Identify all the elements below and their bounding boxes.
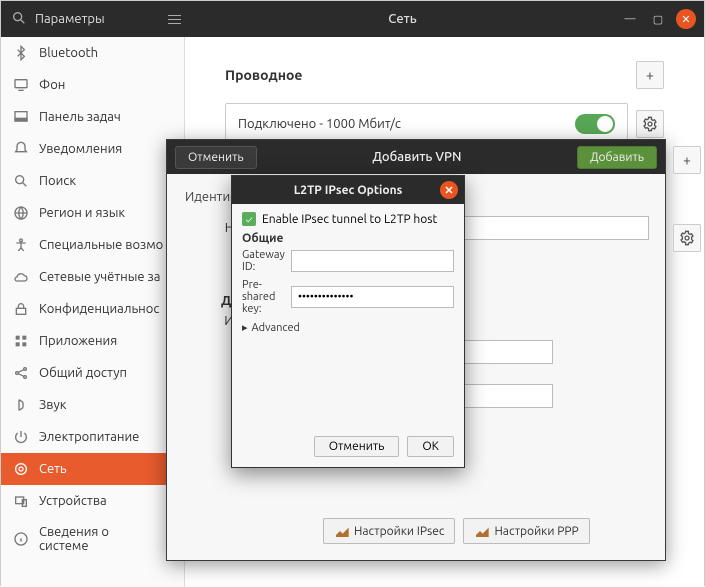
ipsec-ok-button[interactable]: OK: [407, 436, 454, 457]
gateway-id-label: Gateway ID:: [242, 249, 285, 273]
advanced-expander[interactable]: ▸ Advanced: [242, 321, 454, 334]
display-icon: [13, 77, 29, 93]
sidebar-item-11[interactable]: Звук: [1, 389, 184, 421]
sidebar-item-13[interactable]: Сеть: [1, 453, 184, 485]
accessibility-icon: [13, 237, 29, 253]
search-icon: [13, 173, 29, 189]
enable-ipsec-label: Enable IPsec tunnel to L2TP host: [262, 213, 437, 226]
sidebar-item-label: Электропитание: [39, 430, 139, 444]
sidebar-item-5[interactable]: Регион и язык: [1, 197, 184, 229]
sidebar-item-14[interactable]: Устройства›: [1, 485, 184, 517]
minimize-button[interactable]: —: [620, 9, 640, 29]
add-vpn-button[interactable]: +: [673, 146, 701, 174]
sidebar-item-label: Устройства: [39, 494, 107, 508]
settings-title: Параметры: [35, 12, 105, 26]
sidebar-item-label: Регион и язык: [39, 206, 125, 220]
wired-toggle[interactable]: [575, 114, 615, 134]
bluetooth-icon: [13, 45, 29, 61]
sidebar-item-label: Bluetooth: [39, 46, 98, 60]
search-icon[interactable]: [11, 10, 27, 29]
power-icon: [13, 429, 29, 445]
sidebar-item-7[interactable]: Сетевые учётные за: [1, 261, 184, 293]
add-wired-button[interactable]: +: [636, 61, 664, 89]
sidebar-item-label: Специальные возмо: [39, 238, 163, 252]
sidebar-item-12[interactable]: Электропитание: [1, 421, 184, 453]
network-icon: [13, 461, 29, 477]
connection-status-label: Подключено - 1000 Мбит/с: [238, 117, 401, 131]
ipsec-general-head: Общие: [242, 232, 454, 245]
main-titlebar: Параметры Сеть — ▢ ✕: [1, 1, 704, 37]
ipsec-settings-button[interactable]: Настройки IPsec: [323, 518, 455, 544]
sidebar-item-1[interactable]: Фон: [1, 69, 184, 101]
sidebar-item-label: Фон: [39, 78, 65, 92]
ipsec-dialog-title: L2TP IPsec Options: [294, 184, 403, 197]
vpn-cancel-button[interactable]: Отменить: [175, 146, 257, 169]
psk-label: Pre-shared key:: [242, 279, 285, 315]
sidebar-item-label: Сеть: [39, 462, 67, 476]
psk-input[interactable]: [291, 286, 454, 308]
menu-icon[interactable]: [163, 8, 185, 30]
sidebar-item-label: Звук: [39, 398, 66, 412]
sidebar-item-label: Общий доступ: [39, 366, 127, 380]
chevron-right-icon: ▸: [242, 321, 248, 334]
ipsec-options-dialog: L2TP IPsec Options ✕ ✓ Enable IPsec tunn…: [231, 175, 465, 468]
page-title: Сеть: [185, 12, 620, 26]
sidebar-item-15[interactable]: Сведения о системе›: [1, 517, 184, 561]
sidebar-item-9[interactable]: Приложения: [1, 325, 184, 357]
devices-icon: [13, 493, 29, 509]
apps-icon: [13, 333, 29, 349]
vpn-dialog-title: Добавить VPN: [265, 150, 569, 164]
sidebar-item-label: Сетевые учётные за: [39, 270, 160, 284]
cloud-icon: [13, 269, 29, 285]
ppp-settings-button[interactable]: Настройки PPP: [463, 518, 589, 544]
sidebar-item-3[interactable]: Уведомления: [1, 133, 184, 165]
vpn-add-button[interactable]: Добавить: [577, 146, 657, 169]
sidebar-item-0[interactable]: Bluetooth: [1, 37, 184, 69]
sidebar-item-4[interactable]: Поиск: [1, 165, 184, 197]
ipsec-close-button[interactable]: ✕: [440, 181, 458, 199]
maximize-button[interactable]: ▢: [648, 9, 668, 29]
sidebar-item-label: Поиск: [39, 174, 76, 188]
wired-settings-button[interactable]: [636, 110, 664, 138]
sidebar-item-label: Панель задач: [39, 110, 121, 124]
settings-sidebar: Bluetooth Фон Панель задач Уведомления Поиск…: [1, 37, 185, 587]
sidebar-item-label: Приложения: [39, 334, 117, 348]
vpn-settings-button[interactable]: [673, 224, 701, 252]
globe-icon: [13, 205, 29, 221]
lock-icon: [13, 301, 29, 317]
share-icon: [13, 365, 29, 381]
ipsec-cancel-button[interactable]: Отменить: [314, 436, 400, 457]
sidebar-item-label: Конфиденциальнос: [39, 302, 159, 316]
sidebar-item-6[interactable]: Специальные возмо: [1, 229, 184, 261]
info-icon: [13, 531, 29, 547]
sound-icon: [13, 397, 29, 413]
wired-section-title: Проводное: [225, 67, 302, 83]
sidebar-item-2[interactable]: Панель задач: [1, 101, 184, 133]
close-button[interactable]: ✕: [676, 9, 696, 29]
enable-ipsec-checkbox[interactable]: ✓: [242, 212, 256, 226]
sidebar-item-label: Сведения о системе: [39, 525, 159, 553]
sidebar-item-label: Уведомления: [39, 142, 122, 156]
bell-icon: [13, 141, 29, 157]
gateway-id-input[interactable]: [291, 250, 454, 272]
sidebar-item-10[interactable]: Общий доступ: [1, 357, 184, 389]
dock-icon: [13, 109, 29, 125]
sidebar-item-8[interactable]: Конфиденциальнос: [1, 293, 184, 325]
